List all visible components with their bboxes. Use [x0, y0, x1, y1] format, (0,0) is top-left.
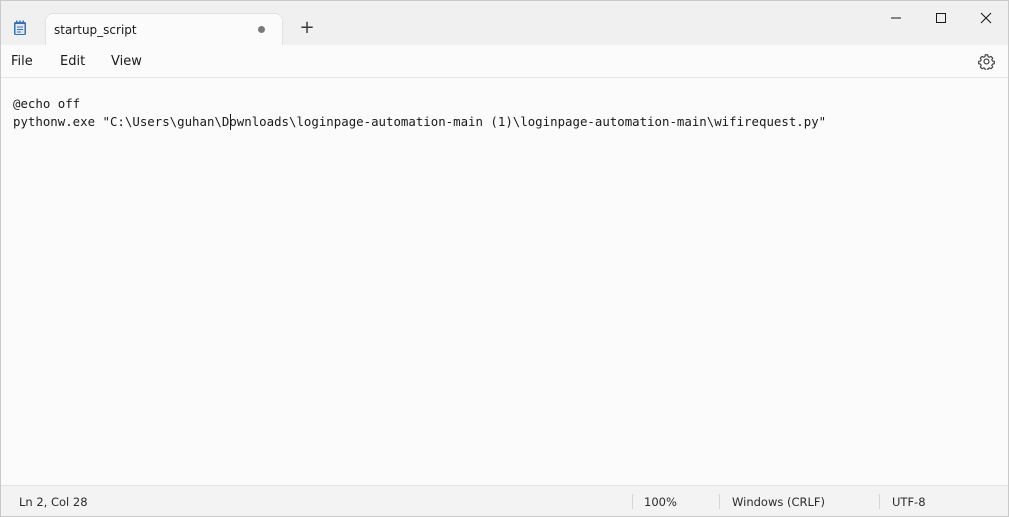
notepad-window: startup_script + File Edit View @echo of…: [0, 0, 1009, 517]
menu-view[interactable]: View: [111, 54, 142, 69]
line-ending[interactable]: Windows (CRLF): [732, 495, 825, 509]
tab-startup-script[interactable]: startup_script: [45, 13, 283, 45]
status-bar: Ln 2, Col 28 100% Windows (CRLF) UTF-8: [1, 485, 1008, 516]
notepad-icon: [13, 20, 27, 36]
close-icon: [980, 12, 992, 24]
settings-button[interactable]: [978, 53, 995, 71]
menu-file[interactable]: File: [11, 54, 33, 69]
text-caret: [230, 114, 231, 130]
title-bar: startup_script +: [1, 1, 1008, 45]
maximize-button[interactable]: [918, 1, 964, 35]
status-divider: [879, 494, 880, 509]
minimize-button[interactable]: [873, 1, 919, 35]
cursor-position: Ln 2, Col 28: [19, 495, 88, 509]
text-editor[interactable]: @echo off pythonw.exe "C:\Users\guhan\Do…: [1, 78, 1008, 484]
tab-title: startup_script: [54, 23, 137, 37]
editor-line-2[interactable]: pythonw.exe "C:\Users\guhan\Downloads\lo…: [13, 114, 826, 129]
encoding[interactable]: UTF-8: [892, 495, 926, 509]
unsaved-dot-icon[interactable]: [258, 26, 265, 33]
status-divider: [632, 494, 633, 509]
menu-bar: File Edit View: [1, 45, 1008, 78]
editor-line-1[interactable]: @echo off: [13, 96, 80, 111]
close-button[interactable]: [963, 1, 1008, 35]
status-divider: [719, 494, 720, 509]
gear-icon: [978, 54, 995, 71]
zoom-level[interactable]: 100%: [644, 495, 677, 509]
new-tab-button[interactable]: +: [297, 19, 317, 39]
maximize-icon: [936, 13, 946, 23]
minimize-icon: [891, 17, 901, 19]
menu-edit[interactable]: Edit: [60, 54, 85, 69]
